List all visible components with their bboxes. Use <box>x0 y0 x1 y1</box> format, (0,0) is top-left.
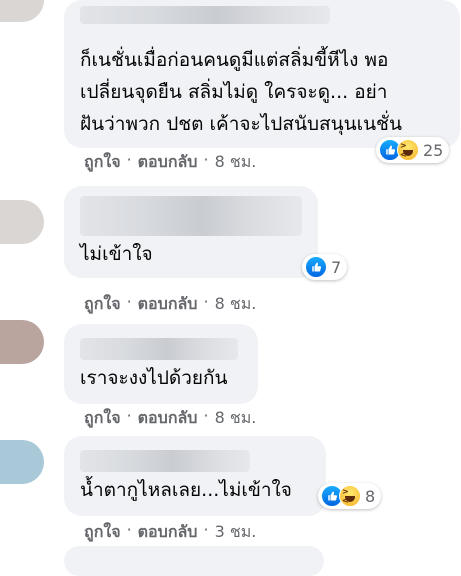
haha-icon <box>397 139 419 161</box>
avatar[interactable] <box>0 440 44 484</box>
comment-bubble: เราจะงงไปด้วยกัน <box>64 324 258 404</box>
like-button[interactable]: ถูกใจ <box>84 292 121 317</box>
author-name-blurred[interactable] <box>80 6 330 24</box>
comment-bubble <box>64 546 324 576</box>
comment-actions: ถูกใจ · ตอบกลับ · 8 ชม. <box>84 292 256 317</box>
like-button[interactable]: ถูกใจ <box>84 406 121 431</box>
author-name-blurred[interactable] <box>80 196 302 236</box>
reply-button[interactable]: ตอบกลับ <box>138 520 198 545</box>
separator: · <box>203 150 209 169</box>
timestamp[interactable]: 8 ชม. <box>215 150 257 175</box>
comment-bubble: ก็เนชั่นเมื่อก่อนคนดูมีแต่สลิ่มขี้หีไง พ… <box>64 0 460 148</box>
avatar[interactable] <box>0 0 44 22</box>
avatar[interactable] <box>0 320 44 364</box>
separator: · <box>126 150 132 169</box>
like-button[interactable]: ถูกใจ <box>84 520 121 545</box>
reaction-summary[interactable]: 8 <box>318 483 382 509</box>
like-button[interactable]: ถูกใจ <box>84 150 121 175</box>
reaction-summary[interactable]: 7 <box>302 254 348 280</box>
reply-button[interactable]: ตอบกลับ <box>138 150 198 175</box>
like-icon <box>305 256 327 278</box>
avatar[interactable] <box>0 200 44 244</box>
reaction-count: 8 <box>365 486 376 506</box>
comment-text: เราจะงงไปด้วยกัน <box>80 367 228 389</box>
separator: · <box>203 520 209 539</box>
reaction-count: 25 <box>423 140 444 160</box>
reaction-summary[interactable]: 25 <box>376 137 450 163</box>
author-name-blurred[interactable] <box>80 338 238 360</box>
timestamp[interactable]: 8 ชม. <box>215 292 257 317</box>
reaction-count: 7 <box>331 257 342 277</box>
comment-actions: ถูกใจ · ตอบกลับ · 8 ชม. <box>84 150 256 175</box>
comment-text: น้ำตากูไหลเลย...ไม่เข้าใจ <box>80 479 292 501</box>
separator: · <box>126 406 132 425</box>
separator: · <box>126 520 132 539</box>
comment-actions: ถูกใจ · ตอบกลับ · 8 ชม. <box>84 406 256 431</box>
separator: · <box>126 292 132 311</box>
comment-actions: ถูกใจ · ตอบกลับ · 3 ชม. <box>84 520 256 545</box>
comment-bubble: ไม่เข้าใจ <box>64 186 318 278</box>
reply-button[interactable]: ตอบกลับ <box>138 292 198 317</box>
timestamp[interactable]: 8 ชม. <box>215 406 257 431</box>
haha-icon <box>339 485 361 507</box>
comment-text: ก็เนชั่นเมื่อก่อนคนดูมีแต่สลิ่มขี้หีไง พ… <box>80 49 402 135</box>
reply-button[interactable]: ตอบกลับ <box>138 406 198 431</box>
separator: · <box>203 406 209 425</box>
separator: · <box>203 292 209 311</box>
timestamp[interactable]: 3 ชม. <box>215 520 257 545</box>
comment-bubble: น้ำตากูไหลเลย...ไม่เข้าใจ <box>64 436 326 516</box>
comment-text: ไม่เข้าใจ <box>80 243 153 265</box>
author-name-blurred[interactable] <box>80 450 250 472</box>
